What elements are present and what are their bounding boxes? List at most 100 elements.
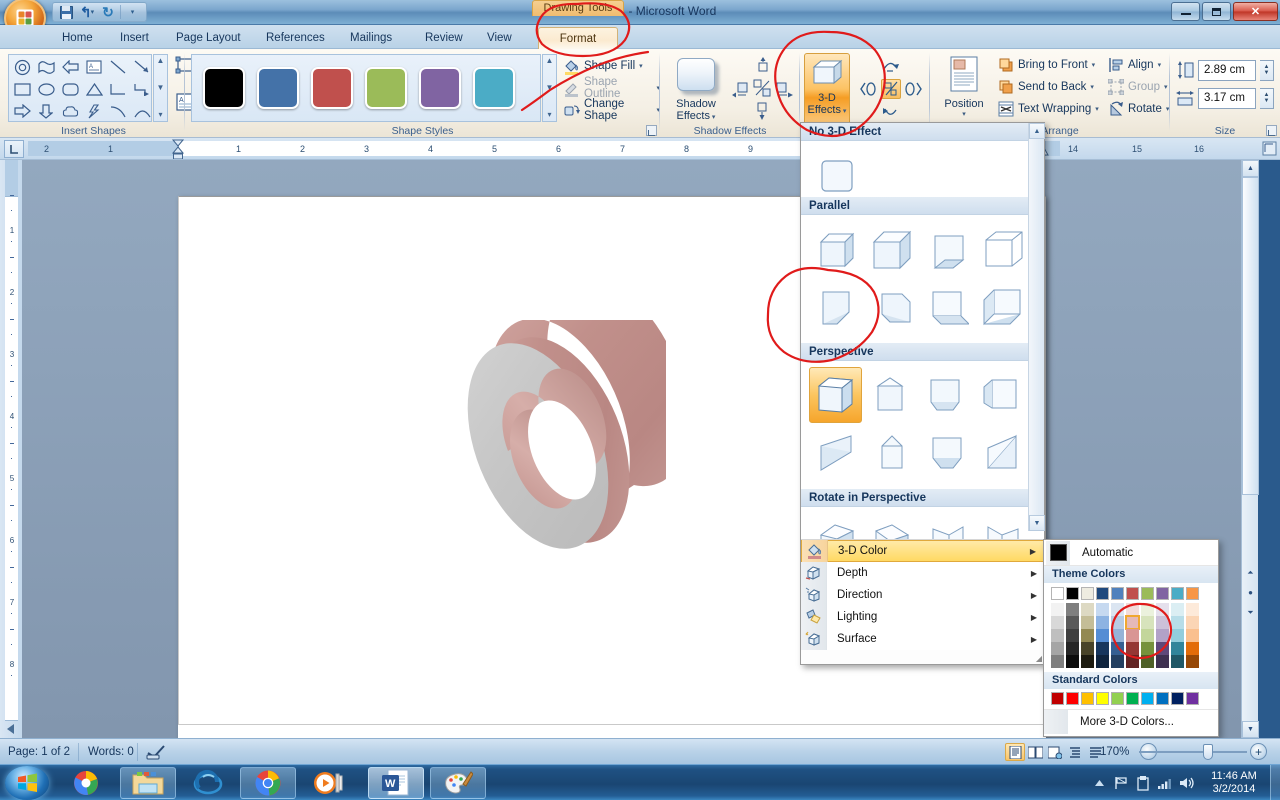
nudge-shadow-down-button[interactable] — [753, 101, 772, 120]
theme-color-swatch[interactable] — [1096, 642, 1109, 655]
effect-perspective-6-cell[interactable] — [864, 425, 919, 483]
scroll-down-icon[interactable]: ▼ — [1029, 515, 1045, 531]
theme-color-swatch[interactable] — [1081, 629, 1094, 642]
standard-color-swatch[interactable] — [1111, 692, 1124, 705]
send-to-back-button[interactable]: Send to Back ▾ — [998, 76, 1094, 98]
effect-parallel-4-cell[interactable] — [974, 221, 1029, 279]
shape-width-stepper[interactable]: ▲▼ — [1260, 88, 1274, 109]
theme-color-swatch[interactable] — [1141, 655, 1154, 668]
tilt-down-button[interactable] — [880, 103, 900, 123]
nudge-shadow-left-button[interactable] — [732, 79, 751, 98]
effect-parallel-1-cell[interactable] — [809, 221, 864, 279]
scroll-up-icon[interactable]: ▲ — [157, 57, 165, 65]
tab-page-layout[interactable]: Page Layout — [166, 27, 251, 49]
resize-grip-icon[interactable]: ◢ — [1036, 654, 1042, 663]
group-button[interactable]: Group ▾ — [1108, 76, 1167, 98]
tilt-left-button[interactable] — [858, 79, 878, 99]
scroll-down-icon[interactable]: ▼ — [546, 84, 554, 92]
web-layout-view-button[interactable] — [1045, 743, 1065, 761]
scroll-down-button[interactable]: ▼ — [1242, 721, 1259, 738]
theme-color-swatch[interactable] — [1081, 616, 1094, 629]
tab-format[interactable]: Format — [538, 27, 618, 49]
indent-marker[interactable] — [172, 139, 184, 162]
close-button[interactable]: ✕ — [1233, 2, 1278, 21]
shape-wave-icon[interactable] — [34, 56, 58, 78]
three-d-color-submenu[interactable]: Automatic Theme Colors Standard Colors M… — [1043, 539, 1219, 737]
theme-color-swatch[interactable] — [1096, 616, 1109, 629]
theme-color-swatch[interactable] — [1171, 629, 1184, 642]
theme-color-swatch[interactable] — [1051, 603, 1064, 616]
theme-color-swatch[interactable] — [1111, 629, 1124, 642]
standard-color-swatch[interactable] — [1186, 692, 1199, 705]
effect-parallel-6-cell[interactable] — [864, 279, 919, 337]
theme-color-swatch[interactable] — [1126, 629, 1139, 642]
standard-color-swatch[interactable] — [1066, 692, 1079, 705]
tab-home[interactable]: Home — [52, 27, 103, 49]
scroll-up-icon[interactable]: ▲ — [546, 57, 554, 65]
bring-to-front-button[interactable]: Bring to Front ▾ — [998, 54, 1095, 76]
more-3d-colors-item[interactable]: More 3-D Colors... — [1044, 709, 1218, 733]
effect-perspective-4-cell[interactable] — [972, 367, 1027, 425]
theme-color-swatch[interactable] — [1066, 642, 1079, 655]
style-swatch-blue[interactable] — [257, 67, 299, 109]
theme-color-swatch[interactable] — [1126, 616, 1139, 629]
standard-color-swatch[interactable] — [1156, 692, 1169, 705]
shape-left-arrow-icon[interactable] — [58, 56, 82, 78]
next-page-button[interactable]: ⏷ — [1242, 604, 1259, 621]
theme-color-swatch[interactable] — [1111, 642, 1124, 655]
shape-fill-button[interactable]: Shape Fill ▾ — [563, 55, 643, 77]
shapes-gallery-scrollbar[interactable]: ▲ ▼ ▾ — [153, 54, 168, 122]
action-center-flag-icon[interactable] — [1110, 765, 1132, 800]
scroll-down-icon[interactable]: ▼ — [157, 84, 165, 92]
style-swatch-black[interactable] — [203, 67, 245, 109]
theme-color-swatch[interactable] — [1066, 587, 1079, 600]
theme-color-swatch[interactable] — [1126, 603, 1139, 616]
theme-color-swatch[interactable] — [1156, 616, 1169, 629]
shape-styles-scrollbar[interactable]: ▲ ▼ ▾ — [542, 54, 557, 122]
theme-color-swatch[interactable] — [1126, 655, 1139, 668]
theme-color-swatch[interactable] — [1156, 603, 1169, 616]
standard-color-swatch[interactable] — [1171, 692, 1184, 705]
gallery-more-icon[interactable]: ▾ — [547, 111, 551, 119]
theme-colors-grid[interactable] — [1044, 583, 1218, 672]
standard-color-swatch[interactable] — [1096, 692, 1109, 705]
ruler-scroll-left-icon[interactable] — [3, 722, 19, 736]
zoom-level-label[interactable]: 170% — [1100, 744, 1129, 760]
standard-color-swatch[interactable] — [1126, 692, 1139, 705]
tab-stop-selector[interactable] — [4, 140, 24, 158]
theme-color-swatch[interactable] — [1156, 655, 1169, 668]
standard-color-swatch[interactable] — [1051, 692, 1064, 705]
minimize-button[interactable] — [1171, 2, 1200, 21]
shape-arc-icon[interactable] — [130, 100, 154, 122]
shape-height-stepper[interactable]: ▲▼ — [1260, 60, 1274, 81]
effect-perspective-2-cell[interactable] — [862, 367, 917, 425]
volume-icon[interactable] — [1176, 765, 1198, 800]
shape-donut-icon[interactable] — [10, 56, 34, 78]
theme-color-swatch[interactable] — [1051, 587, 1064, 600]
style-swatch-teal[interactable] — [473, 67, 515, 109]
shape-height-input[interactable]: 2.89 cm — [1198, 60, 1256, 81]
nudge-shadow-up-button[interactable] — [753, 57, 772, 76]
page-indicator[interactable]: Page: 1 of 2 — [8, 744, 70, 760]
standard-color-swatch[interactable] — [1141, 692, 1154, 705]
shape-width-input[interactable]: 3.17 cm — [1198, 88, 1256, 109]
theme-color-swatch[interactable] — [1066, 629, 1079, 642]
previous-page-button[interactable]: ⏶ — [1242, 564, 1259, 581]
theme-color-swatch[interactable] — [1156, 587, 1169, 600]
theme-color-swatch[interactable] — [1141, 616, 1154, 629]
menu-item-direction[interactable]: Direction ▶ — [801, 584, 1046, 606]
shape-arrow-line-icon[interactable] — [130, 56, 154, 78]
shapes-gallery[interactable]: A — [8, 54, 152, 122]
effect-parallel-3-cell[interactable] — [919, 221, 974, 279]
theme-color-swatch[interactable] — [1171, 603, 1184, 616]
theme-color-swatch[interactable] — [1096, 655, 1109, 668]
shape-styles-gallery[interactable] — [191, 54, 541, 122]
nudge-shadow-right-button[interactable] — [774, 79, 793, 98]
scrollbar-thumb[interactable] — [1242, 177, 1259, 495]
style-swatch-red[interactable] — [311, 67, 353, 109]
theme-color-swatch[interactable] — [1126, 587, 1139, 600]
shape-rounded-rectangle-icon[interactable] — [58, 78, 82, 100]
theme-color-swatch[interactable] — [1066, 616, 1079, 629]
shape-line-icon[interactable] — [106, 56, 130, 78]
theme-color-swatch[interactable] — [1066, 603, 1079, 616]
